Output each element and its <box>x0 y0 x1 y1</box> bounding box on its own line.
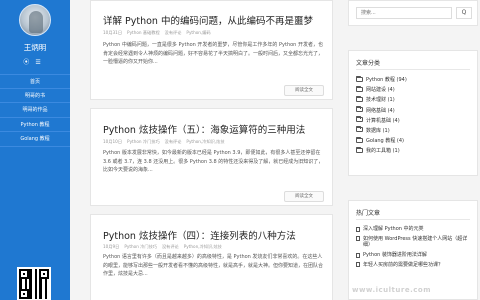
folder-icon <box>356 106 363 113</box>
post-card: Python 炫技操作（四）：连接列表的八种方法 10月9日 Python 冷门技… <box>90 214 333 300</box>
category-item[interactable]: Golang 教程 (4) <box>356 136 407 146</box>
category-item[interactable]: 网站建设 (4) <box>356 85 407 95</box>
search-input[interactable] <box>356 7 452 19</box>
hot-post-item[interactable]: 如何使用 WordPress 快速搭建个人网站（超详细） <box>356 236 474 249</box>
post-title[interactable]: Python 炫技操作（五）：海象运算符的三种用法 <box>103 122 305 136</box>
post-tags[interactable]: Python,冷知识,炫技 <box>184 244 222 249</box>
read-more-button[interactable]: 阅读全文 <box>284 191 324 202</box>
nav-item-home[interactable]: 首页 <box>0 74 70 89</box>
post-title[interactable]: 详解 Python 中的编码问题，从此编码不再是噩梦 <box>103 13 313 27</box>
category-item[interactable]: 网络基础 (4) <box>356 106 407 116</box>
right-sidebar: Q 文章分类 Python 教程 (94) 网站建设 (4) 技术理财 (1) … <box>348 0 478 300</box>
document-icon <box>356 236 360 242</box>
folder-icon <box>356 85 363 92</box>
hot-posts-list: 深入理解 Python 中的元类 如何使用 WordPress 快速搭建个人网站… <box>356 226 474 272</box>
post-tags[interactable]: Python,冷知识,炫技 <box>186 139 224 144</box>
post-comments[interactable]: 没有评论 <box>162 244 179 249</box>
watermark: www.iculture.com <box>352 286 431 294</box>
rss-icon[interactable]: ⦿ <box>23 59 35 66</box>
post-comments[interactable]: 没有评论 <box>165 139 182 144</box>
folder-icon <box>356 136 363 143</box>
hot-post-item[interactable]: Python 装饰器进阶用法详解 <box>356 252 474 259</box>
search-button[interactable]: Q <box>456 7 472 19</box>
folder-icon <box>356 146 363 153</box>
category-item[interactable]: 数据库 (1) <box>356 126 407 136</box>
category-item[interactable]: 我的工具箱 (1) <box>356 146 407 156</box>
folder-icon <box>356 95 363 102</box>
divider <box>356 219 470 220</box>
avatar[interactable] <box>19 4 51 36</box>
post-date: 10月10日 <box>103 139 123 144</box>
divider <box>356 69 470 70</box>
post-category[interactable]: Python 冷门技巧 <box>124 244 157 249</box>
post-category[interactable]: Python 冷门技巧 <box>127 139 160 144</box>
post-date: 10月31日 <box>103 30 123 35</box>
post-tags[interactable]: Python,编码 <box>186 30 210 35</box>
category-item[interactable]: 计算机基础 (4) <box>356 116 407 126</box>
document-icon <box>356 252 360 258</box>
hot-posts-title: 热门文章 <box>356 210 381 217</box>
social-icons: ⦿☰ <box>0 57 70 66</box>
site-name[interactable]: 王炳明 <box>0 42 70 53</box>
post-category[interactable]: Python 基础教程 <box>127 30 160 35</box>
post-meta: 10月10日 Python 冷门技巧 没有评论 Python,冷知识,炫技 <box>103 139 230 145</box>
nav-item-golang[interactable]: Golang 教程 <box>0 132 70 147</box>
left-sidebar: 王炳明 ⦿☰ 首页 明哥的书 明哥的作品 Python 教程 Golang 教程 <box>0 0 70 300</box>
post-date: 10月9日 <box>103 244 120 249</box>
menu-icon[interactable]: ☰ <box>35 59 46 66</box>
categories-title: 文章分类 <box>356 60 381 67</box>
folder-icon <box>356 126 363 133</box>
wechat-qrcode <box>17 267 51 300</box>
categories-widget: 文章分类 Python 教程 (94) 网站建设 (4) 技术理财 (1) 网络… <box>348 50 478 176</box>
hot-post-item[interactable]: 年轻人买房前的需要做足哪些功课？ <box>356 262 474 269</box>
document-icon <box>356 262 360 268</box>
hot-post-item[interactable]: 深入理解 Python 中的元类 <box>356 226 474 233</box>
nav-item-books[interactable]: 明哥的书 <box>0 89 70 103</box>
category-item[interactable]: Python 教程 (94) <box>356 75 407 85</box>
post-card: 详解 Python 中的编码问题，从此编码不再是噩梦 10月31日 Python … <box>90 0 333 100</box>
post-title[interactable]: Python 炫技操作（四）：连接列表的八种方法 <box>103 228 296 242</box>
folder-icon <box>356 75 363 82</box>
nav-item-works[interactable]: 明哥的作品 <box>0 103 70 118</box>
post-meta: 10月31日 Python 基础教程 没有评论 Python,编码 <box>103 30 216 36</box>
category-item[interactable]: 技术理财 (1) <box>356 95 407 105</box>
post-excerpt: Python 中编码问题，一直是很多 Python 开发者的噩梦，尽管你是工作多… <box>103 42 324 65</box>
post-card: Python 炫技操作（五）：海象运算符的三种用法 10月10日 Python 冷… <box>90 108 333 206</box>
post-meta: 10月9日 Python 冷门技巧 没有评论 Python,冷知识,炫技 <box>103 244 227 250</box>
read-more-button[interactable]: 阅读全文 <box>284 85 324 96</box>
post-comments[interactable]: 没有评论 <box>165 30 182 35</box>
category-list: Python 教程 (94) 网站建设 (4) 技术理财 (1) 网络基础 (4… <box>356 75 407 157</box>
post-excerpt: Python 版本发展非常快，如今最新的版本已经是 Python 3.9，即便如… <box>103 150 324 173</box>
post-list: 详解 Python 中的编码问题，从此编码不再是噩梦 10月31日 Python … <box>90 0 333 300</box>
hot-posts-widget: 热门文章 深入理解 Python 中的元类 如何使用 WordPress 快速搭… <box>348 200 478 300</box>
search-icon: Q <box>461 9 467 16</box>
document-icon <box>356 226 360 232</box>
post-excerpt: Python 语言里有许多（而且是越来越多）的高级特性，是 Python 发烧友… <box>103 254 324 277</box>
folder-icon <box>356 116 363 123</box>
nav-item-python[interactable]: Python 教程 <box>0 118 70 132</box>
main-nav: 首页 明哥的书 明哥的作品 Python 教程 Golang 教程 <box>0 74 70 147</box>
search-widget: Q <box>348 0 478 26</box>
